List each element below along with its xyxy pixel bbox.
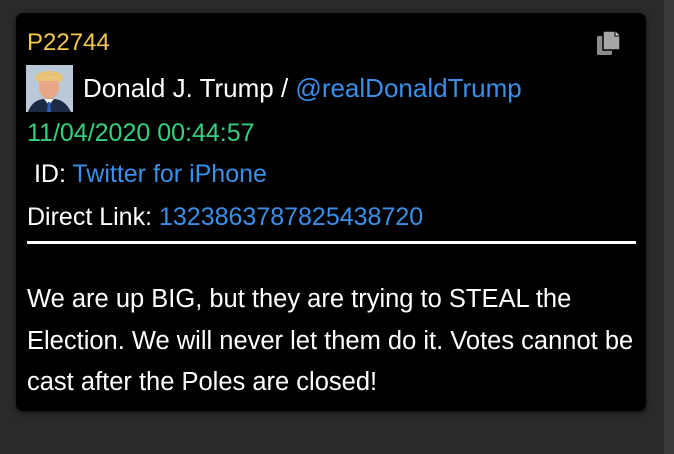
id-source-link[interactable]: Twitter for iPhone bbox=[72, 160, 267, 188]
avatar bbox=[26, 64, 73, 112]
post-timestamp: 11/04/2020 00:44:57 bbox=[27, 119, 255, 147]
copy-icon[interactable] bbox=[594, 28, 624, 58]
page-edge-strip bbox=[664, 0, 674, 454]
id-label: ID: bbox=[27, 160, 73, 188]
author-line: Donald J. Trump / @realDonaldTrump bbox=[83, 73, 522, 103]
direct-link[interactable]: 1323863787825438720 bbox=[159, 203, 423, 231]
author-row: Donald J. Trump / @realDonaldTrump bbox=[26, 63, 522, 113]
post-body: We are up BIG, but they are trying to ST… bbox=[27, 285, 634, 396]
author-separator: / bbox=[273, 73, 296, 103]
post-id: P22744 bbox=[27, 29, 110, 56]
id-row: ID: Twitter for iPhone bbox=[27, 158, 267, 190]
direct-link-label: Direct Link: bbox=[27, 203, 159, 231]
author-name: Donald J. Trump bbox=[83, 73, 274, 103]
divider bbox=[27, 241, 636, 244]
author-handle-link[interactable]: @realDonaldTrump bbox=[295, 73, 521, 103]
direct-link-row: Direct Link: 1323863787825438720 bbox=[27, 201, 423, 233]
post-card: P22744 Donald J. Trump / @realDonaldTrum… bbox=[16, 13, 646, 411]
